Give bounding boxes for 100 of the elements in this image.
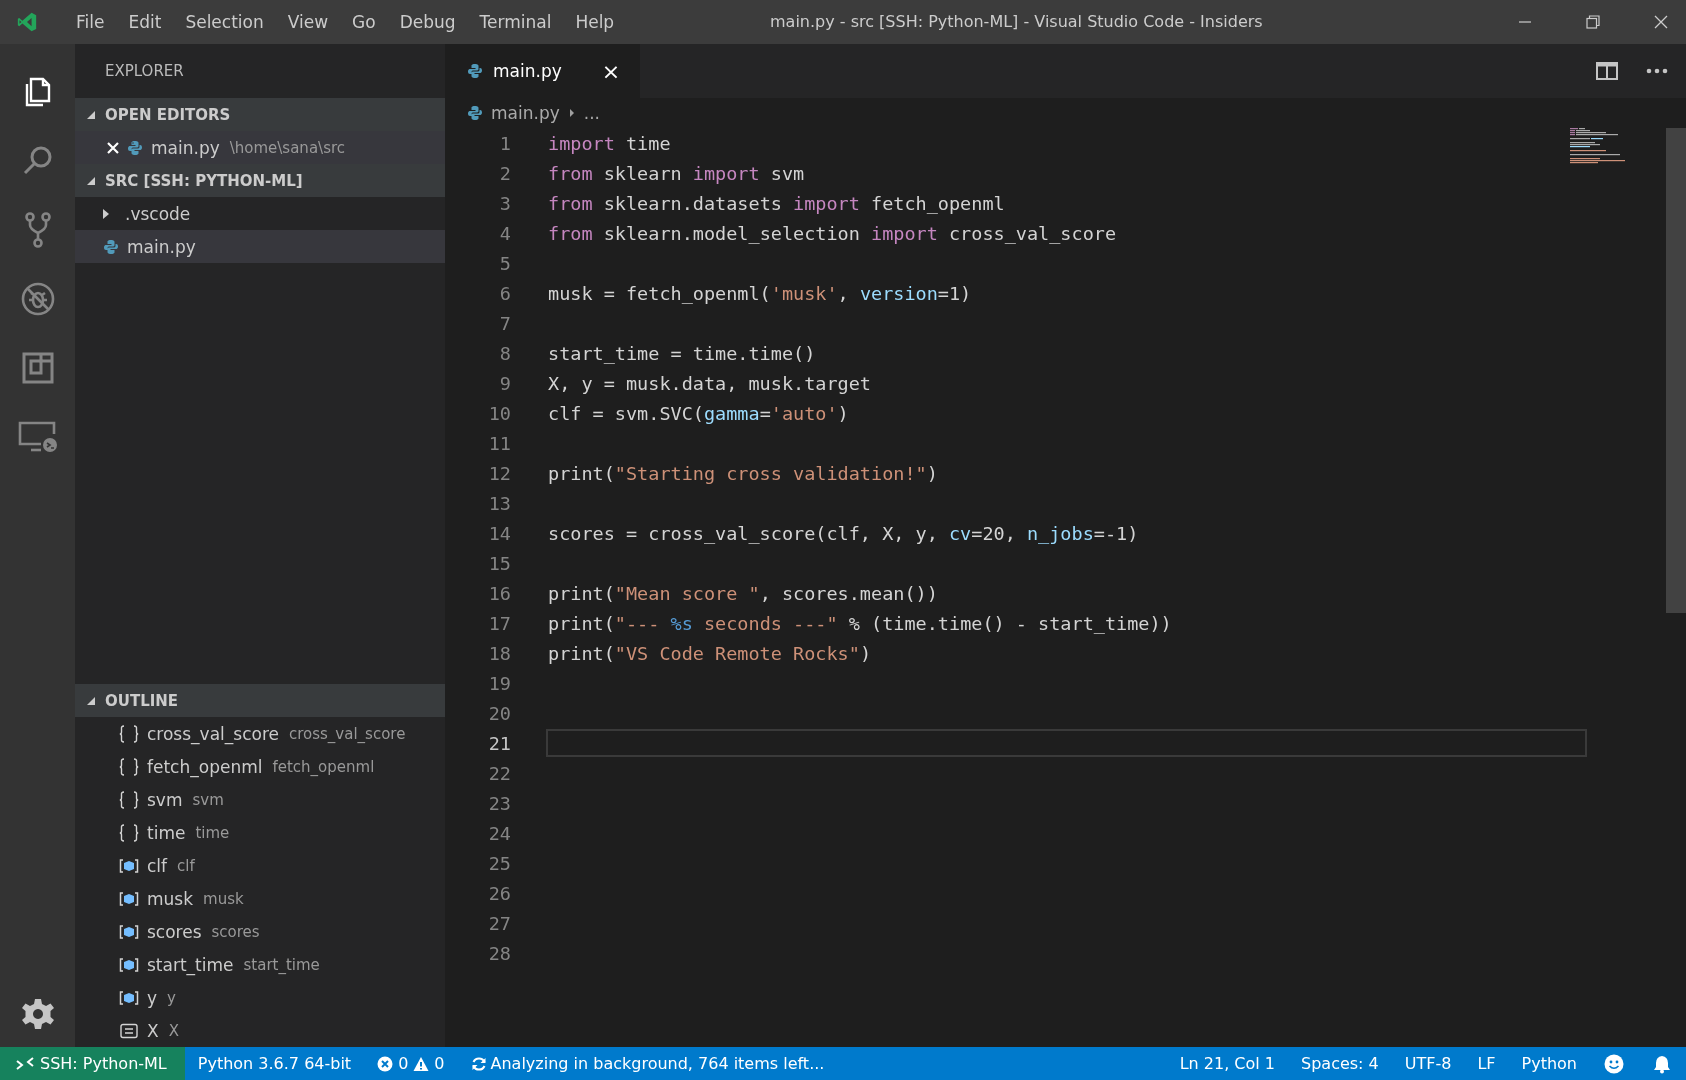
line-number: 20 bbox=[487, 702, 511, 724]
outline-item[interactable]: start_time start_time bbox=[75, 948, 445, 981]
variable-icon bbox=[119, 989, 139, 1006]
tab-close-button[interactable]: × bbox=[601, 58, 621, 84]
menu-item[interactable]: Go bbox=[340, 12, 388, 32]
symbol-detail: start_time bbox=[243, 955, 320, 974]
code-line: musk = fetch_openml('musk', version=1) bbox=[548, 282, 972, 304]
line-number: 8 bbox=[498, 342, 511, 364]
symbol-detail: svm bbox=[192, 790, 224, 809]
section-header[interactable]: SRC [SSH: PYTHON-ML] bbox=[75, 164, 445, 197]
breadcrumb-item[interactable]: ... bbox=[583, 103, 600, 123]
braces-icon bbox=[119, 790, 139, 809]
status-item[interactable]: LF bbox=[1464, 1054, 1509, 1073]
outline-item[interactable]: svm svm bbox=[75, 783, 445, 816]
remote-monitor-icon[interactable] bbox=[16, 419, 59, 454]
file-tree-item[interactable]: main.py bbox=[75, 230, 445, 263]
section-header[interactable]: OPEN EDITORS bbox=[75, 98, 445, 131]
more-actions-icon[interactable] bbox=[1646, 68, 1668, 74]
line-number: 4 bbox=[498, 222, 511, 244]
problems-status[interactable]: 0 0 bbox=[364, 1054, 458, 1073]
menu-item[interactable]: Terminal bbox=[467, 12, 564, 32]
chevron-icon bbox=[567, 107, 576, 119]
symbol-name: y bbox=[147, 987, 158, 1008]
line-number: 25 bbox=[487, 852, 511, 874]
menu-item[interactable]: Help bbox=[563, 12, 627, 32]
line-number: 19 bbox=[487, 672, 511, 694]
smiley-icon[interactable] bbox=[1604, 1053, 1624, 1074]
menu-item[interactable]: Selection bbox=[173, 12, 276, 32]
outline-item[interactable]: clf clf bbox=[75, 849, 445, 882]
file-name: .vscode bbox=[125, 203, 191, 224]
bell-icon[interactable] bbox=[1652, 1053, 1672, 1074]
variable-icon bbox=[119, 890, 139, 907]
section-title: OUTLINE bbox=[105, 691, 179, 710]
outline-item[interactable]: fetch_openml fetch_openml bbox=[75, 750, 445, 783]
interpreter-status[interactable]: Python 3.6.7 64-bit bbox=[184, 1054, 365, 1073]
line-number: 12 bbox=[487, 462, 511, 484]
close-icon[interactable] bbox=[1654, 15, 1668, 29]
outline-item[interactable]: X X bbox=[75, 1014, 445, 1047]
outline-item[interactable]: y y bbox=[75, 981, 445, 1014]
outline-item[interactable]: musk musk bbox=[75, 882, 445, 915]
breadcrumb-item[interactable]: main.py bbox=[491, 103, 560, 123]
python-file-icon bbox=[467, 105, 483, 121]
window-title: main.py - src [SSH: Python-ML] - Visual Studio Code - Insiders bbox=[770, 12, 1263, 31]
file-path: \home\sana\src bbox=[229, 138, 346, 157]
settings-icon[interactable] bbox=[20, 997, 55, 1031]
outline-item[interactable]: time time bbox=[75, 816, 445, 849]
extensions-icon[interactable] bbox=[20, 350, 55, 385]
menu-item[interactable]: View bbox=[275, 12, 341, 32]
outline-item[interactable]: scores scores bbox=[75, 915, 445, 948]
status-item[interactable]: Ln 21, Col 1 bbox=[1166, 1054, 1288, 1073]
open-editor-item[interactable]: main.py \home\sana\src bbox=[75, 131, 445, 164]
line-number: 5 bbox=[498, 252, 511, 274]
symbol-name: svm bbox=[147, 789, 183, 810]
symbol-name: musk bbox=[147, 888, 194, 909]
variable-icon bbox=[119, 857, 139, 874]
code-line: import time bbox=[548, 132, 671, 154]
line-number: 23 bbox=[487, 792, 511, 814]
symbol-name: X bbox=[147, 1020, 159, 1041]
remote-status-button[interactable]: SSH: Python-ML bbox=[0, 1047, 185, 1080]
constant-icon bbox=[119, 1022, 139, 1039]
code-line: print("Mean score ", scores.mean()) bbox=[548, 582, 938, 604]
file-name: main.py bbox=[151, 137, 220, 158]
code-line: clf = svm.SVC(gamma='auto') bbox=[548, 402, 849, 424]
status-item[interactable]: UTF-8 bbox=[1391, 1054, 1465, 1073]
python-file-icon bbox=[103, 238, 119, 255]
section-title: SRC [SSH: PYTHON-ML] bbox=[105, 171, 303, 190]
code-line: scores = cross_val_score(clf, X, y, cv=20, n_jobs=-1) bbox=[548, 522, 1139, 544]
scrollbar-thumb[interactable] bbox=[1666, 128, 1686, 613]
code-line: print("VS Code Remote Rocks") bbox=[548, 642, 871, 664]
line-number: 24 bbox=[487, 822, 511, 844]
python-file-icon bbox=[127, 139, 143, 156]
symbol-detail: clf bbox=[177, 856, 195, 875]
file-tree-item[interactable]: .vscode bbox=[75, 197, 445, 230]
symbol-name: time bbox=[147, 822, 186, 843]
menu-item[interactable]: Edit bbox=[116, 12, 174, 32]
line-number: 17 bbox=[487, 612, 511, 634]
split-editor-icon[interactable] bbox=[1596, 62, 1618, 80]
line-number: 10 bbox=[487, 402, 511, 424]
status-item[interactable]: Spaces: 4 bbox=[1288, 1054, 1392, 1073]
outline-item[interactable]: cross_val_score cross_val_score bbox=[75, 717, 445, 750]
line-number: 15 bbox=[487, 552, 511, 574]
line-number: 14 bbox=[487, 522, 511, 544]
bug-icon[interactable] bbox=[19, 280, 56, 317]
menu-item[interactable]: File bbox=[64, 12, 117, 32]
symbol-name: clf bbox=[147, 855, 168, 876]
analysis-status[interactable]: Analyzing in background, 764 items left... bbox=[457, 1054, 838, 1073]
restore-icon[interactable] bbox=[1586, 15, 1600, 29]
braces-icon bbox=[119, 823, 139, 842]
file-name: main.py bbox=[127, 236, 196, 257]
symbol-name: cross_val_score bbox=[147, 723, 279, 744]
status-item[interactable]: Python bbox=[1508, 1054, 1590, 1073]
code-line: from sklearn.datasets import fetch_openml bbox=[548, 192, 1005, 214]
error-icon bbox=[377, 1055, 394, 1072]
line-number: 3 bbox=[498, 192, 511, 214]
menu-item[interactable]: Debug bbox=[387, 12, 468, 32]
editor-tab[interactable]: main.py × bbox=[445, 44, 641, 98]
line-number: 26 bbox=[487, 882, 511, 904]
line-number: 18 bbox=[487, 642, 511, 664]
section-header[interactable]: OUTLINE bbox=[75, 684, 445, 717]
tab-label: main.py bbox=[493, 61, 562, 81]
